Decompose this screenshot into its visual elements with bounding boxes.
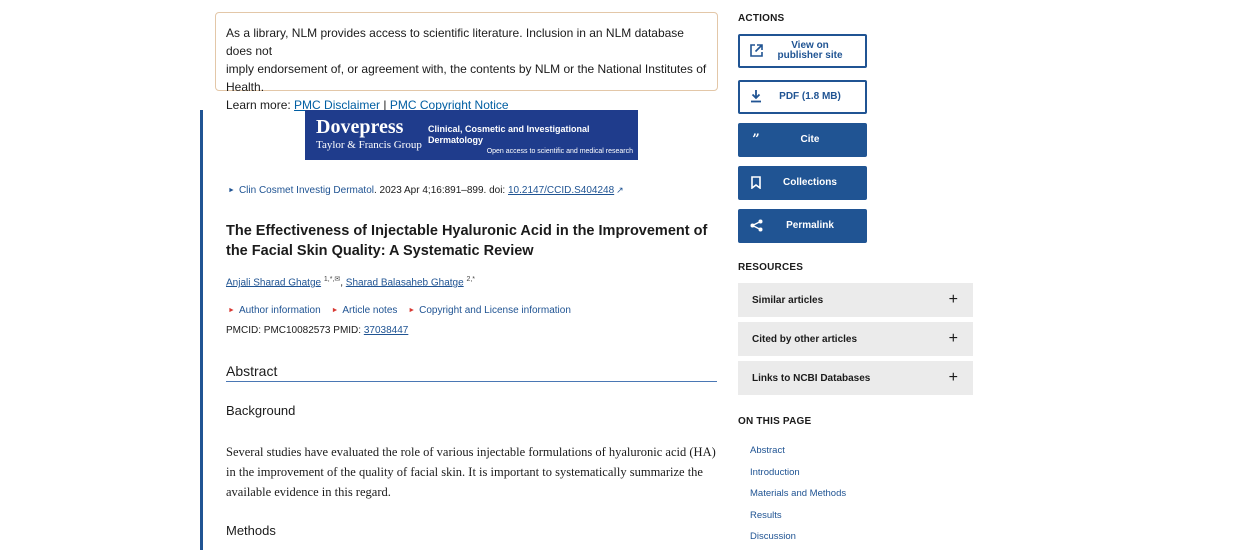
external-link-icon: ↗ xyxy=(616,185,624,195)
ncbi-links-accordion[interactable]: Links to NCBI Databases + xyxy=(738,361,973,395)
toc-link-materials-methods[interactable]: Materials and Methods xyxy=(750,488,846,500)
plus-icon: + xyxy=(948,291,958,308)
cited-by-accordion[interactable]: Cited by other articles + xyxy=(738,322,973,356)
toc-link-introduction[interactable]: Introduction xyxy=(750,467,800,479)
view-on-publisher-button[interactable]: View on publisher site xyxy=(738,34,867,68)
nlm-disclaimer: As a library, NLM provides access to sci… xyxy=(215,12,718,112)
pmid-link[interactable]: 37038447 xyxy=(364,325,409,336)
expand-triangle-icon: ► xyxy=(331,307,339,314)
article-meta-links: ► Author information ► Article notes ► Copy… xyxy=(228,305,579,317)
bookmark-icon xyxy=(740,176,769,190)
disclaimer-line-1: As a library, NLM provides access to sci… xyxy=(226,26,684,58)
banner-journal-name: Clinical, Cosmetic and Investigational D… xyxy=(428,124,590,145)
cited-by-label: Cited by other articles xyxy=(752,333,858,345)
permalink-label: Permalink xyxy=(786,220,834,231)
similar-articles-accordion[interactable]: Similar articles + xyxy=(738,283,973,317)
similar-articles-label: Similar articles xyxy=(752,294,824,306)
pdf-download-label: PDF (1.8 MB) xyxy=(779,91,841,102)
author-list: Anjali Sharad Ghatge 1,*,✉, Sharad Balas… xyxy=(226,273,475,290)
collections-label: Collections xyxy=(783,177,837,188)
pmcid-label: PMCID: PMC10082573 PMID: xyxy=(226,325,364,336)
citation-line: ► Clin Cosmet Investig Dermatol. 2023 Apr… xyxy=(228,184,624,197)
citation-details: . 2023 Apr 4;16:891–899. doi: xyxy=(373,185,508,196)
expand-triangle-icon: ► xyxy=(228,307,235,314)
author-link[interactable]: Anjali Sharad Ghatge xyxy=(226,277,321,288)
plus-icon: + xyxy=(948,330,958,347)
abstract-heading: Abstract xyxy=(226,362,717,382)
collections-button[interactable]: Collections xyxy=(738,166,867,200)
background-heading: Background xyxy=(226,403,296,418)
banner-brand-sub: Taylor & Francis Group xyxy=(316,139,422,151)
article-notes-toggle[interactable]: Article notes xyxy=(342,305,397,316)
expand-triangle-icon: ► xyxy=(408,307,416,314)
background-paragraph: Several studies have evaluated the role … xyxy=(226,445,716,499)
permalink-button[interactable]: Permalink xyxy=(738,209,867,243)
download-icon xyxy=(740,90,769,104)
view-on-publisher-label: View on publisher site xyxy=(777,40,843,61)
quote-icon: ” xyxy=(752,132,760,147)
article-title: The Effectiveness of Injectable Hyaluron… xyxy=(226,223,708,259)
toc-link-discussion[interactable]: Discussion xyxy=(750,531,796,543)
expand-triangle-icon: ► xyxy=(228,187,235,194)
journal-link[interactable]: Clin Cosmet Investig Dermatol xyxy=(239,185,374,196)
actions-heading: ACTIONS xyxy=(738,13,785,24)
journal-banner[interactable]: Dovepress Taylor & Francis Group Clinica… xyxy=(305,110,638,160)
article-ids: PMCID: PMC10082573 PMID: 37038447 xyxy=(226,325,408,337)
banner-open-access: Open access to scientific and medical re… xyxy=(486,148,633,155)
share-icon xyxy=(740,219,769,233)
toc-link-results[interactable]: Results xyxy=(750,510,782,522)
plus-icon: + xyxy=(948,369,958,386)
copyright-license-toggle[interactable]: Copyright and License information xyxy=(419,305,571,316)
author-link[interactable]: Sharad Balasaheb Ghatge xyxy=(346,277,464,288)
ncbi-links-label: Links to NCBI Databases xyxy=(752,372,871,384)
cite-label: Cite xyxy=(800,134,820,145)
on-this-page-heading: ON THIS PAGE xyxy=(738,416,812,427)
disclaimer-line-2: imply endorsement of, or agreement with,… xyxy=(226,62,707,94)
toc-link-abstract[interactable]: Abstract xyxy=(750,445,785,457)
resources-heading: RESOURCES xyxy=(738,262,804,273)
banner-brand: Dovepress xyxy=(316,116,404,138)
author-affiliation-sup: 1,*,✉ xyxy=(323,276,341,283)
author-information-toggle[interactable]: Author information xyxy=(239,305,321,316)
doi-link[interactable]: 10.2147/CCID.S404248 xyxy=(508,185,614,196)
external-link-icon xyxy=(740,44,769,58)
cite-button[interactable]: ” Cite xyxy=(738,123,867,157)
pdf-download-button[interactable]: PDF (1.8 MB) xyxy=(738,80,867,114)
methods-heading: Methods xyxy=(226,523,276,538)
author-affiliation-sup: 2,* xyxy=(466,276,476,283)
